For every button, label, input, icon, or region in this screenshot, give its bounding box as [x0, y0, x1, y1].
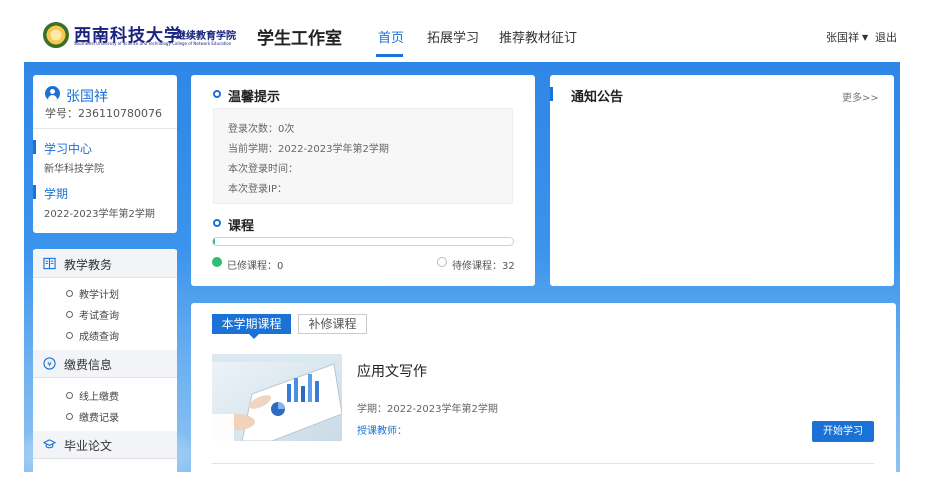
study-center-title: 学习中心	[44, 142, 93, 156]
graduation-cap-icon	[43, 439, 56, 449]
student-id: 学号：236110780076	[45, 107, 162, 120]
menu-group-payment[interactable]: ¥ 缴费信息	[33, 350, 177, 378]
menu-group-thesis[interactable]: 毕业论文	[33, 431, 177, 459]
term-value: 2022-2023学年第2学期	[44, 209, 155, 220]
course-divider	[212, 463, 874, 464]
nav-active-underline	[376, 54, 403, 57]
completed-dot-icon	[212, 257, 222, 267]
menu-group-label: 毕业论文	[64, 439, 113, 453]
start-learning-button[interactable]: 开始学习	[812, 421, 874, 442]
course-title[interactable]: 应用文写作	[357, 361, 427, 381]
study-center-value: 新华科技学院	[44, 164, 104, 175]
menu-group-label: 教学教务	[64, 258, 113, 272]
circle-bullet-icon	[213, 219, 221, 227]
course-progress-title: 课程	[228, 219, 255, 234]
profile-divider	[33, 128, 177, 129]
notice-card	[550, 75, 894, 286]
nav-extended-learning[interactable]: 拓展学习	[427, 27, 479, 46]
svg-text:¥: ¥	[47, 359, 52, 368]
course-progress-bar	[212, 237, 514, 246]
nav-textbook-order[interactable]: 推荐教材征订	[499, 27, 577, 46]
notice-title: 通知公告	[571, 90, 624, 105]
menu-item-grade-query[interactable]: 成绩查询	[66, 328, 119, 343]
completed-courses: 已修课程：0	[227, 261, 284, 272]
book-icon	[43, 257, 56, 270]
tab-makeup-courses[interactable]: 补修课程	[298, 314, 367, 334]
menu-item-teaching-plan[interactable]: 教学计划	[66, 286, 119, 301]
course-thumbnail-image	[212, 354, 342, 441]
college-name: 继续教育学院	[176, 31, 236, 42]
tips-title: 温馨提示	[228, 90, 281, 105]
user-menu[interactable]: 张国祥 ▼	[826, 29, 868, 45]
university-english-name: Southwest University of Science and Tech…	[74, 41, 232, 46]
yen-icon: ¥	[43, 357, 56, 370]
section-marker	[33, 185, 36, 199]
tab-current-term-courses[interactable]: 本学期课程	[212, 314, 291, 339]
course-thumbnail	[212, 354, 342, 441]
pending-courses: 待修课程：32	[452, 261, 515, 272]
course-term: 学期：2022-2023学年第2学期	[357, 404, 498, 415]
university-seal-icon	[43, 22, 69, 48]
menu-item-payment-records[interactable]: 缴费记录	[66, 409, 119, 424]
caret-down-icon: ▼	[862, 33, 869, 42]
course-progress-fill	[213, 238, 215, 245]
notice-more-link[interactable]: 更多>>	[842, 89, 879, 104]
circle-bullet-icon	[213, 90, 221, 98]
menu-group-teaching[interactable]: 教学教务	[33, 250, 177, 278]
current-term: 当前学期：2022-2023学年第2学期	[228, 144, 389, 155]
login-count: 登录次数：0次	[228, 124, 295, 135]
top-header: 西南科技大学 继续教育学院 Southwest University of Sc…	[0, 0, 949, 62]
nav-home[interactable]: 首页	[378, 27, 404, 46]
menu-item-exam-query[interactable]: 考试查询	[66, 307, 119, 322]
profile-name: 张国祥	[66, 89, 108, 105]
login-ip: 本次登录IP：	[228, 184, 287, 195]
logout-link[interactable]: 退出	[875, 29, 897, 45]
section-marker	[550, 87, 553, 101]
section-marker	[33, 140, 36, 154]
course-teacher: 授课教师：	[357, 426, 407, 437]
login-time: 本次登录时间：	[228, 164, 298, 175]
user-avatar-icon	[45, 86, 60, 101]
menu-group-label: 缴费信息	[64, 358, 113, 372]
site-title: 学生工作室	[257, 29, 342, 49]
term-title: 学期	[44, 187, 69, 201]
menu-item-online-payment[interactable]: 线上缴费	[66, 388, 119, 403]
pending-dot-icon	[437, 257, 447, 267]
user-name: 张国祥	[826, 31, 859, 44]
